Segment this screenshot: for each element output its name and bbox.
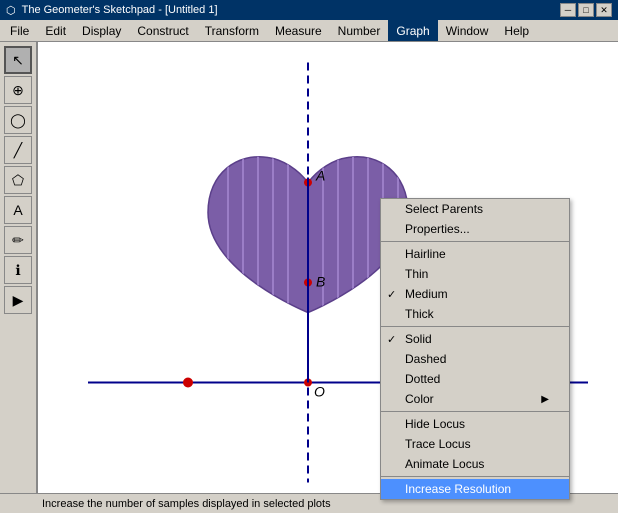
context-menu-item-trace-locus[interactable]: Trace Locus: [381, 434, 569, 454]
context-menu-label-select-parents: Select Parents: [405, 202, 483, 216]
context-menu-item-properties[interactable]: Properties...: [381, 219, 569, 239]
context-menu-item-increase-resolution[interactable]: Increase Resolution: [381, 479, 569, 499]
context-menu-label-animate-locus: Animate Locus: [405, 457, 484, 471]
context-menu-item-solid[interactable]: Solid: [381, 329, 569, 349]
context-menu-divider: [381, 326, 569, 327]
context-menu-label-solid: Solid: [405, 332, 432, 346]
window-title: The Geometer's Sketchpad - [Untitled 1]: [22, 4, 218, 16]
svg-text:A: A: [315, 168, 325, 184]
maximize-button[interactable]: □: [578, 3, 594, 17]
context-menu-item-thick[interactable]: Thick: [381, 304, 569, 324]
context-menu-item-hairline[interactable]: Hairline: [381, 244, 569, 264]
info-tool[interactable]: ℹ: [4, 256, 32, 284]
svg-text:B: B: [316, 274, 325, 290]
submenu-arrow-icon: ▶: [541, 394, 549, 405]
text-tool[interactable]: A: [4, 196, 32, 224]
context-menu-label-dashed: Dashed: [405, 352, 446, 366]
context-menu-divider: [381, 411, 569, 412]
svg-text:O: O: [314, 384, 325, 400]
compass-tool[interactable]: ◯: [4, 106, 32, 134]
pencil-tool[interactable]: ✏: [4, 226, 32, 254]
context-menu-item-dashed[interactable]: Dashed: [381, 349, 569, 369]
menu-item-measure[interactable]: Measure: [267, 20, 330, 41]
minimize-button[interactable]: ─: [560, 3, 576, 17]
menu-item-graph[interactable]: Graph: [388, 20, 437, 41]
context-menu-label-dotted: Dotted: [405, 372, 440, 386]
context-menu-item-medium[interactable]: Medium: [381, 284, 569, 304]
context-menu-item-dotted[interactable]: Dotted: [381, 369, 569, 389]
menu-item-file[interactable]: File: [2, 20, 37, 41]
context-menu-item-hide-locus[interactable]: Hide Locus: [381, 414, 569, 434]
point-tool[interactable]: ⊕: [4, 76, 32, 104]
play-tool[interactable]: ▶: [4, 286, 32, 314]
title-bar: ⬡ The Geometer's Sketchpad - [Untitled 1…: [0, 0, 618, 20]
context-menu-item-animate-locus[interactable]: Animate Locus: [381, 454, 569, 474]
context-menu-item-thin[interactable]: Thin: [381, 264, 569, 284]
menu-item-help[interactable]: Help: [496, 20, 537, 41]
context-menu-label-thick: Thick: [405, 307, 434, 321]
polygon-tool[interactable]: ⬠: [4, 166, 32, 194]
context-menu-label-hide-locus: Hide Locus: [405, 417, 465, 431]
menu-item-transform[interactable]: Transform: [197, 20, 267, 41]
context-menu-label-hairline: Hairline: [405, 247, 446, 261]
menu-item-edit[interactable]: Edit: [37, 20, 74, 41]
context-menu-divider: [381, 476, 569, 477]
context-menu-divider: [381, 241, 569, 242]
menu-bar[interactable]: FileEditDisplayConstructTransformMeasure…: [0, 20, 618, 42]
status-text: Increase the number of samples displayed…: [42, 498, 331, 510]
toolbar[interactable]: ↖⊕◯╱⬠A✏ℹ▶: [0, 42, 38, 493]
line-tool[interactable]: ╱: [4, 136, 32, 164]
context-menu-label-properties: Properties...: [405, 222, 470, 236]
menu-item-display[interactable]: Display: [74, 20, 129, 41]
context-menu-item-select-parents[interactable]: Select Parents: [381, 199, 569, 219]
select-tool[interactable]: ↖: [4, 46, 32, 74]
context-menu-label-color: Color: [405, 392, 434, 406]
menu-item-window[interactable]: Window: [438, 20, 497, 41]
title-bar-left: ⬡ The Geometer's Sketchpad - [Untitled 1…: [6, 4, 218, 17]
context-menu-label-increase-resolution: Increase Resolution: [405, 482, 511, 496]
menu-item-number[interactable]: Number: [330, 20, 389, 41]
context-menu-item-color[interactable]: Color ▶: [381, 389, 569, 409]
context-menu-label-thin: Thin: [405, 267, 428, 281]
title-bar-controls[interactable]: ─ □ ✕: [560, 3, 612, 17]
context-menu[interactable]: Select Parents Properties... Hairline Thin M…: [380, 198, 570, 500]
close-button[interactable]: ✕: [596, 3, 612, 17]
app-icon: ⬡: [6, 4, 16, 17]
context-menu-label-medium: Medium: [405, 287, 448, 301]
context-menu-label-trace-locus: Trace Locus: [405, 437, 471, 451]
menu-item-construct[interactable]: Construct: [129, 20, 196, 41]
